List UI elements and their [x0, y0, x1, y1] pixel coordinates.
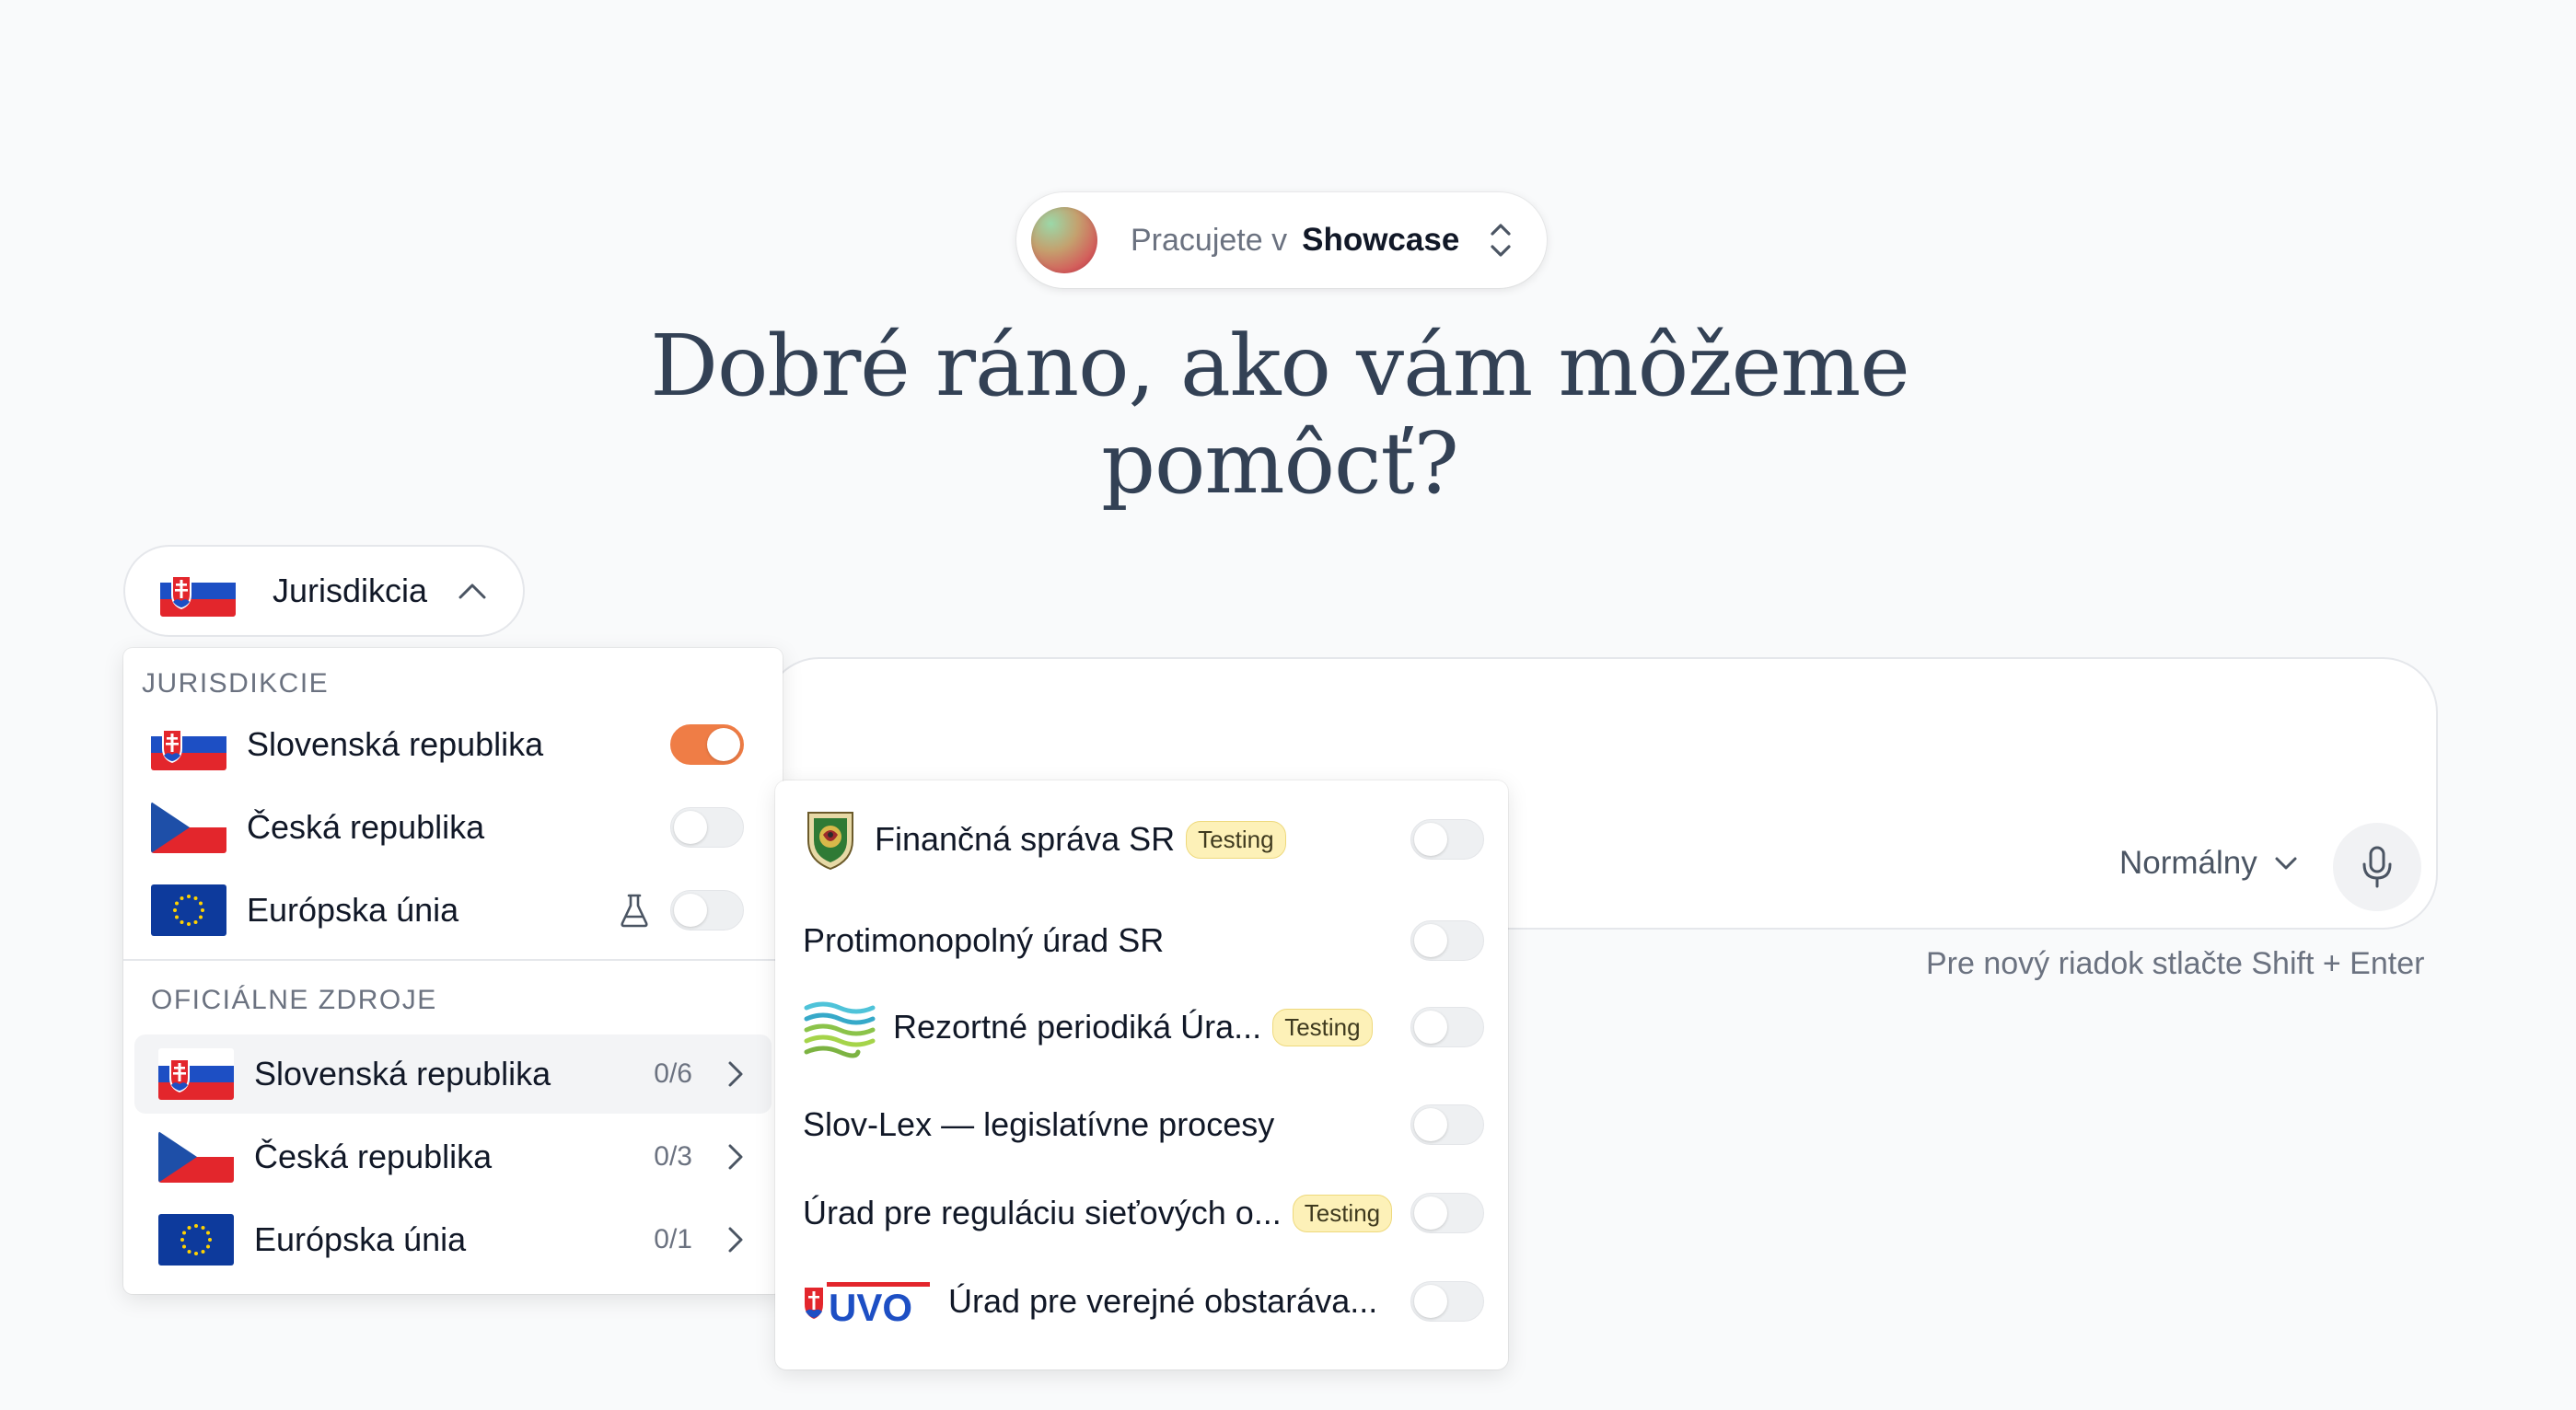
beaker-icon	[621, 894, 648, 928]
sources-count: 0/1	[654, 1224, 692, 1254]
workspace-switcher[interactable]: Pracujete v Showcase	[1016, 192, 1547, 288]
chevron-right-icon	[727, 1226, 744, 1254]
jurisdiction-toggle-slovakia[interactable]	[670, 724, 744, 765]
section-title-sources: OFICIÁLNE ZDROJE	[151, 985, 437, 1015]
source-item-slov-lex[interactable]: Slov-Lex — legislatívne procesy	[803, 1088, 1484, 1162]
slovakia-flag-icon	[151, 719, 226, 770]
chevron-up-down-icon	[1491, 224, 1511, 257]
workspace-name: Showcase	[1302, 222, 1460, 258]
jurisdiction-toggle-czech[interactable]	[670, 807, 744, 848]
source-item-label: Protimonopolný úrad SR	[803, 921, 1165, 959]
jurisdiction-menu: JURISDIKCIE Slovenská republika Česká re…	[123, 648, 783, 1294]
source-toggle[interactable]	[1410, 1193, 1484, 1233]
source-toggle[interactable]	[1410, 819, 1484, 860]
source-toggle[interactable]	[1410, 1104, 1484, 1145]
source-item-label: Slov-Lex — legislatívne procesy	[803, 1105, 1275, 1143]
jurisdiction-toggle-eu[interactable]	[670, 890, 744, 930]
source-toggle[interactable]	[1410, 1007, 1484, 1047]
sources-item-czech[interactable]: Česká republika 0/3	[134, 1117, 772, 1196]
sources-item-label: Česká republika	[254, 1138, 493, 1175]
microphone-button[interactable]	[2333, 823, 2421, 911]
eu-flag-icon	[151, 884, 226, 936]
source-item-urad-regulacie[interactable]: Úrad pre reguláciu sieťových o... Testin…	[803, 1176, 1484, 1250]
greeting-heading: Dobré ráno, ako vám môžeme pomôcť?	[650, 317, 1909, 513]
menu-divider	[123, 959, 783, 961]
source-item-uvo[interactable]: UVO Úrad pre verejné obstaráva...	[803, 1265, 1484, 1338]
mode-select-label: Normálny	[2119, 845, 2257, 881]
sources-count: 0/6	[654, 1058, 692, 1089]
source-toggle[interactable]	[1410, 920, 1484, 961]
chevron-right-icon	[727, 1143, 744, 1171]
source-item-financna-sprava[interactable]: Finančná správa SR Testing	[803, 803, 1484, 876]
slovakia-flag-icon	[158, 1048, 234, 1100]
jurisdiction-button[interactable]: Jurisdikcia	[123, 545, 525, 637]
wave-stripes-logo-icon	[804, 1001, 876, 1058]
chevron-up-icon	[458, 584, 486, 599]
source-item-rezortne-periodika[interactable]: Rezortné periodiká Úra... Testing	[803, 990, 1484, 1064]
microphone-icon	[2362, 846, 2392, 888]
testing-badge: Testing	[1272, 1008, 1373, 1046]
chevron-down-icon	[2275, 857, 2297, 870]
chevron-right-icon	[727, 1060, 744, 1088]
uvo-logo-icon: UVO	[805, 1282, 930, 1324]
slovakia-flag-icon	[160, 565, 236, 617]
section-title-jurisdictions: JURISDIKCIE	[142, 668, 330, 699]
source-item-label: Úrad pre reguláciu sieťových o...	[803, 1194, 1282, 1231]
jurisdiction-item-czech[interactable]: Česká republika	[127, 788, 764, 867]
sources-item-slovakia[interactable]: Slovenská republika 0/6	[134, 1034, 772, 1114]
testing-badge: Testing	[1292, 1194, 1393, 1232]
jurisdiction-item-label: Česká republika	[247, 808, 485, 846]
czech-flag-icon	[151, 802, 226, 853]
czech-flag-icon	[158, 1131, 234, 1183]
sources-submenu: Finančná správa SR Testing Protimonopoln…	[775, 780, 1508, 1370]
sources-item-label: Slovenská republika	[254, 1055, 551, 1092]
input-hint: Pre nový riadok stlačte Shift + Enter	[1926, 946, 2425, 981]
mode-select[interactable]: Normálny	[2119, 845, 2298, 882]
workspace-avatar	[1031, 207, 1097, 273]
source-item-protimonopolny-urad[interactable]: Protimonopolný úrad SR	[803, 904, 1484, 977]
source-item-label: Finančná správa SR	[875, 820, 1176, 858]
testing-badge: Testing	[1186, 820, 1286, 859]
financna-sprava-crest-icon	[807, 812, 853, 871]
sources-count: 0/3	[654, 1141, 692, 1172]
sources-item-label: Európska únia	[254, 1220, 467, 1258]
eu-flag-icon	[158, 1214, 234, 1266]
jurisdiction-item-eu[interactable]: Európska únia	[127, 871, 764, 950]
source-item-label: Úrad pre verejné obstaráva...	[948, 1282, 1378, 1320]
jurisdiction-button-label: Jurisdikcia	[273, 572, 428, 609]
jurisdiction-item-label: Slovenská republika	[247, 725, 544, 763]
sources-item-eu[interactable]: Európska únia 0/1	[134, 1200, 772, 1279]
workspace-prefix: Pracujete v	[1131, 222, 1288, 258]
jurisdiction-item-label: Európska únia	[247, 891, 459, 929]
source-item-label: Rezortné periodiká Úra...	[893, 1008, 1262, 1046]
svg-text:UVO: UVO	[829, 1286, 912, 1324]
jurisdiction-item-slovakia[interactable]: Slovenská republika	[127, 705, 764, 784]
source-toggle[interactable]	[1410, 1281, 1484, 1322]
